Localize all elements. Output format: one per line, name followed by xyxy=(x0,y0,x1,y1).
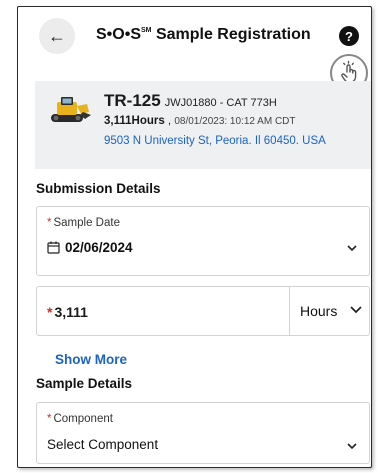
help-button[interactable]: ? xyxy=(339,26,359,46)
asset-id: TR-125 xyxy=(104,91,161,110)
show-more-link[interactable]: Show More xyxy=(55,352,127,367)
asset-hours-line: 3,111Hours , 08/01/2023: 10:12 AM CDT xyxy=(104,115,296,127)
submission-details-heading: Submission Details xyxy=(36,181,161,196)
app-frame: ← S•O•SSM Sample Registration ? TR-125 J… xyxy=(17,6,372,468)
page-title: S•O•SSM Sample Registration xyxy=(96,26,311,44)
back-button[interactable]: ← xyxy=(39,18,75,54)
header: ← S•O•SSM Sample Registration ? xyxy=(18,7,371,92)
sample-date-value: 02/06/2024 xyxy=(65,240,133,255)
component-label-text: Component xyxy=(53,413,113,425)
sample-details-heading: Sample Details xyxy=(36,376,133,391)
sample-date-value-row: 02/06/2024 xyxy=(47,240,133,255)
required-marker: * xyxy=(47,413,52,425)
title-text: Sample Registration xyxy=(151,26,311,43)
hours-unit-select[interactable]: Hours xyxy=(289,287,370,335)
asset-hours: 3,111Hours xyxy=(104,115,165,127)
sample-date-label-text: Sample Date xyxy=(53,217,120,229)
required-marker: * xyxy=(47,304,53,320)
question-mark-icon: ? xyxy=(345,28,353,44)
sample-date-field[interactable]: * Sample Date 02/06/2024 xyxy=(36,206,370,276)
asset-reading-datetime: 08/01/2023: 10:12 AM CDT xyxy=(174,116,296,127)
component-label: * Component xyxy=(47,413,113,425)
hours-input[interactable]: * 3,111 xyxy=(47,304,88,320)
sample-date-label: * Sample Date xyxy=(47,217,120,229)
hours-value: 3,111 xyxy=(54,304,88,320)
calendar-icon xyxy=(47,241,60,254)
title-brand: S•O•S xyxy=(96,26,141,43)
machine-thumbnail xyxy=(51,97,91,122)
required-marker: * xyxy=(47,217,52,229)
component-value: Select Component xyxy=(47,437,159,452)
asset-address-link[interactable]: 9503 N University St, Peoria. Il 60450. … xyxy=(104,135,326,147)
hours-input-row: * 3,111 Hours xyxy=(36,286,370,336)
title-service-mark: SM xyxy=(141,27,152,34)
asset-id-line: TR-125 JWJ01880 - CAT 773H xyxy=(104,91,277,111)
component-select[interactable]: * Component Select Component xyxy=(36,402,370,464)
arrow-left-icon: ← xyxy=(48,25,66,46)
chevron-down-icon xyxy=(350,306,362,314)
chevron-down-icon xyxy=(347,245,357,252)
hours-unit-label: Hours xyxy=(300,303,338,319)
chevron-down-icon xyxy=(347,443,357,450)
asset-summary-card: TR-125 JWJ01880 - CAT 773H 3,111Hours , 0… xyxy=(35,81,371,169)
asset-serial-model: JWJ01880 - CAT 773H xyxy=(164,97,277,109)
